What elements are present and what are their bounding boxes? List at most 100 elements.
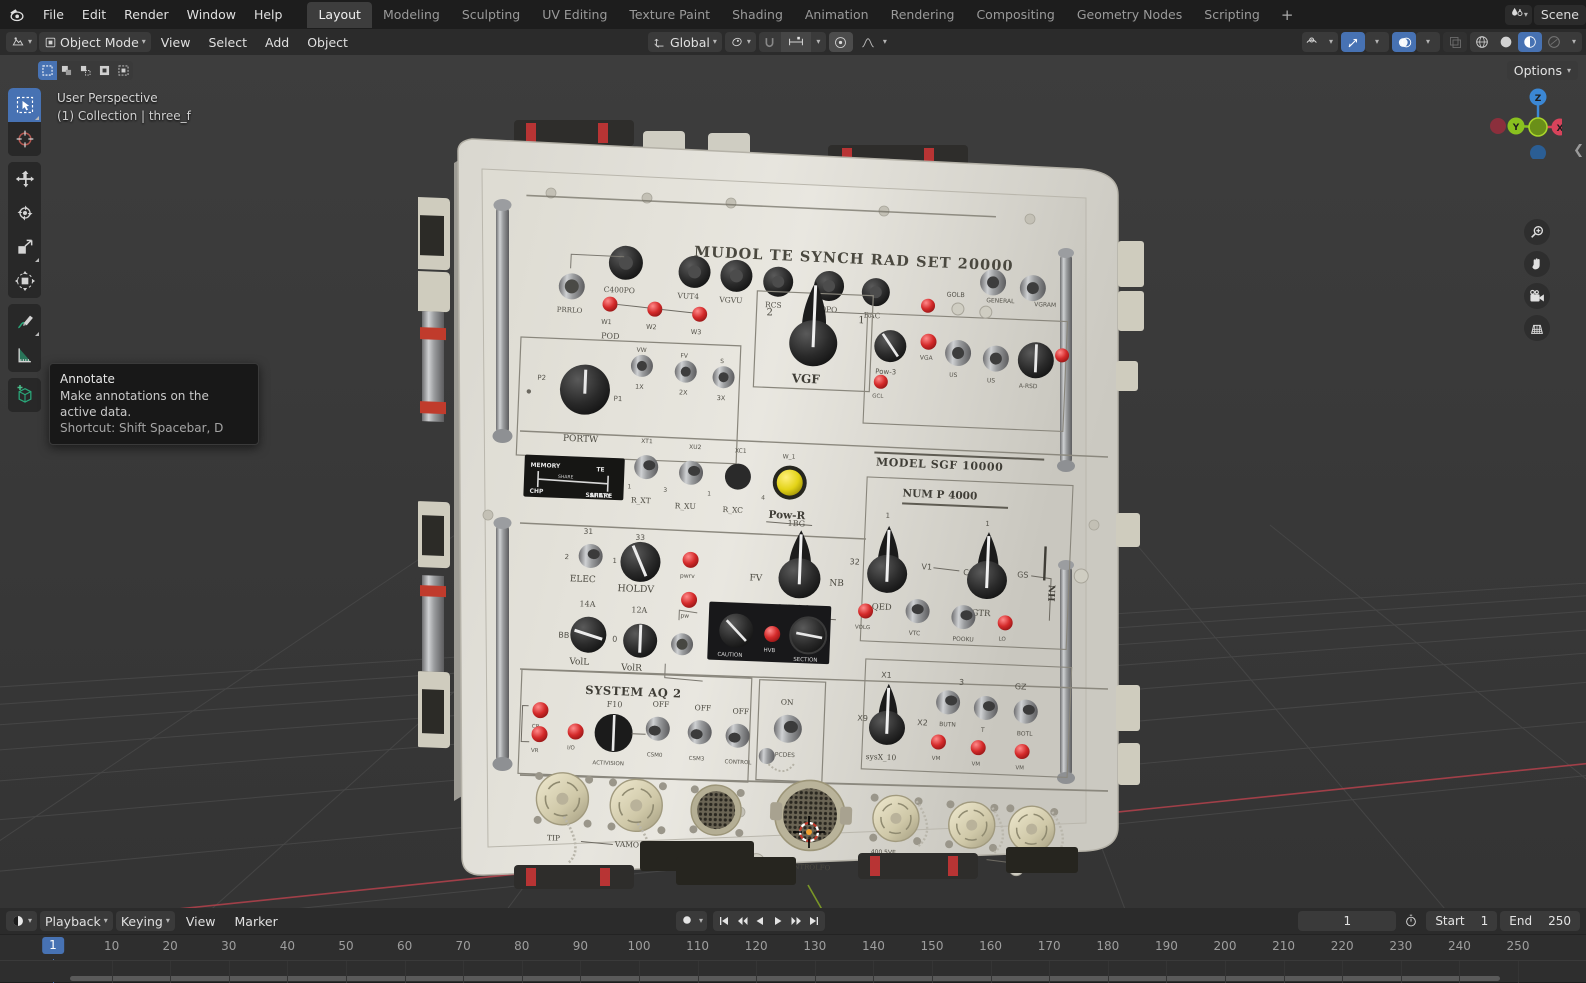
timeline-menu-view[interactable]: View	[178, 912, 224, 931]
workspace-tab-modeling[interactable]: Modeling	[372, 2, 451, 28]
workspace-tab-geometry-nodes[interactable]: Geometry Nodes	[1066, 2, 1193, 28]
pivot-point-selector[interactable]: ▾	[724, 32, 756, 52]
svg-text:GS: GS	[1017, 570, 1029, 579]
timeline-ruler[interactable]: 10 20 30 40 50 60 70 80 90 100 110 120 130 140 150 160 1…	[0, 934, 1586, 983]
rotate-tool-button[interactable]	[8, 196, 41, 230]
3d-viewport[interactable]: MUDOL TE SYNCH RAD SET 20000 PRRLO C400P…	[0, 55, 1586, 908]
timeline-playhead[interactable]: 1	[42, 937, 64, 954]
viewport-header-right-tools: ▾ ▾ ▾ ▾	[1302, 32, 1582, 52]
use-preview-range-button[interactable]	[1399, 911, 1423, 931]
overlays-options-button[interactable]: ▾	[1416, 32, 1440, 52]
menu-help[interactable]: Help	[245, 4, 292, 25]
play-reverse-button[interactable]	[751, 911, 769, 931]
scale-tool-button[interactable]	[8, 230, 41, 264]
gizmo-toggle-button[interactable]	[1341, 32, 1365, 52]
circle-select-button[interactable]	[76, 61, 95, 80]
shading-options-button[interactable]: ▾	[1566, 32, 1582, 52]
cursor-tool-button[interactable]	[8, 122, 41, 156]
menu-file[interactable]: File	[34, 4, 73, 25]
workspace-tab-uv-editing[interactable]: UV Editing	[531, 2, 618, 28]
tweak-select-button[interactable]	[38, 61, 57, 80]
solid-shading-button[interactable]	[1494, 32, 1518, 52]
add-cube-tool-button[interactable]	[8, 378, 41, 412]
previous-keyframe-button[interactable]	[733, 911, 751, 931]
menu-edit[interactable]: Edit	[73, 4, 115, 25]
move-tool-button[interactable]	[8, 162, 41, 196]
navigation-gizmo[interactable]: Y X Z	[1486, 83, 1569, 161]
gizmo-options-button[interactable]: ▾	[1365, 32, 1389, 52]
pan-button[interactable]	[1524, 251, 1550, 277]
wireframe-shading-button[interactable]	[1470, 32, 1494, 52]
workspace-tab-sculpting[interactable]: Sculpting	[451, 2, 531, 28]
tool-expand-corner	[35, 258, 39, 262]
transform-tool-button[interactable]	[8, 264, 41, 298]
blender-logo-icon[interactable]	[6, 4, 28, 26]
tweak-tool-button[interactable]	[8, 88, 41, 122]
snap-options-button[interactable]: ▾	[811, 32, 826, 52]
snap-toggle-button[interactable]	[759, 32, 781, 52]
timeline-tick: 110	[686, 939, 710, 953]
toggle-perspective-button[interactable]	[1524, 315, 1550, 341]
scene-name-field[interactable]: Scene	[1533, 4, 1586, 25]
box-select-button[interactable]	[57, 61, 76, 80]
menu-render[interactable]: Render	[115, 4, 178, 25]
proportional-falloff-selector[interactable]	[856, 32, 880, 52]
lasso-select-button[interactable]	[95, 61, 114, 80]
zoom-button[interactable]	[1524, 219, 1550, 245]
viewport-options-button[interactable]: Options ▾	[1506, 61, 1578, 80]
chevron-down-icon[interactable]: ▾	[699, 917, 703, 925]
timeline-gridline	[463, 961, 465, 983]
timeline-editor-type-button[interactable]: ▾	[6, 911, 38, 931]
scene-selector[interactable]: ▾	[1504, 4, 1532, 25]
workspace-tab-scripting[interactable]: Scripting	[1193, 2, 1271, 28]
camera-view-button[interactable]	[1524, 283, 1550, 309]
proportional-editing-toggle[interactable]	[828, 32, 853, 52]
workspace-tab-shading[interactable]: Shading	[721, 2, 794, 28]
workspace-tab-rendering[interactable]: Rendering	[880, 2, 966, 28]
viewport-menu-add[interactable]: Add	[257, 33, 297, 52]
timeline-track-area[interactable]	[0, 960, 1586, 983]
measure-tool-button[interactable]	[8, 338, 41, 372]
workspace-tab-texture-paint[interactable]: Texture Paint	[618, 2, 721, 28]
timeline-menu-keying[interactable]: Keying ▾	[115, 911, 175, 931]
viewport-menu-view[interactable]: View	[153, 33, 199, 52]
viewport-menu-object[interactable]: Object	[299, 33, 356, 52]
svg-text:XT1: XT1	[641, 438, 653, 445]
timeline-menu-marker[interactable]: Marker	[227, 912, 286, 931]
next-keyframe-button[interactable]	[787, 911, 805, 931]
tool-expand-corner	[35, 116, 39, 120]
svg-text:TE: TE	[596, 466, 604, 473]
workspace-tab-compositing[interactable]: Compositing	[965, 2, 1065, 28]
overlays-toggle-button[interactable]	[1392, 32, 1416, 52]
object-visibility-button[interactable]	[1302, 32, 1324, 52]
extend-select-button[interactable]	[114, 61, 133, 80]
jump-to-end-button[interactable]	[805, 911, 823, 931]
timeline-horizontal-scrollbar[interactable]	[70, 976, 1500, 981]
start-frame-field[interactable]: Start 1	[1426, 911, 1498, 931]
menu-window[interactable]: Window	[178, 4, 245, 25]
editor-type-button[interactable]: ▾	[6, 32, 38, 52]
interaction-mode-label: Object Mode	[60, 34, 139, 50]
xray-toggle-button[interactable]	[1443, 32, 1467, 52]
sidebar-toggle-button[interactable]: ❮	[1573, 143, 1584, 158]
current-frame-field[interactable]: 1	[1298, 911, 1397, 931]
viewport-menu-select[interactable]: Select	[200, 33, 255, 52]
add-workspace-button[interactable]: +	[1271, 3, 1304, 27]
svg-text:2X: 2X	[679, 388, 688, 396]
visibility-options-button[interactable]: ▾	[1324, 32, 1338, 52]
end-frame-field[interactable]: End 250	[1500, 911, 1580, 931]
timeline-menu-playback[interactable]: Playback ▾	[40, 911, 113, 931]
jump-to-start-button[interactable]	[715, 911, 733, 931]
snap-to-button[interactable]	[780, 32, 811, 52]
material-preview-shading-button[interactable]	[1518, 32, 1542, 52]
workspace-tab-layout[interactable]: Layout	[307, 1, 372, 28]
workspace-tab-animation[interactable]: Animation	[794, 2, 880, 28]
radio-set-3d-model[interactable]: MUDOL TE SYNCH RAD SET 20000 PRRLO C400P…	[414, 85, 1158, 905]
svg-text:PRRLO: PRRLO	[557, 306, 583, 315]
transform-orientation-selector[interactable]: Global ▾	[648, 32, 722, 52]
interaction-mode-selector[interactable]: Object Mode ▾	[39, 32, 151, 52]
auto-keying-icon[interactable]	[680, 913, 694, 930]
annotate-tool-button[interactable]	[8, 304, 41, 338]
play-button[interactable]	[769, 911, 787, 931]
rendered-shading-button[interactable]	[1542, 32, 1566, 52]
